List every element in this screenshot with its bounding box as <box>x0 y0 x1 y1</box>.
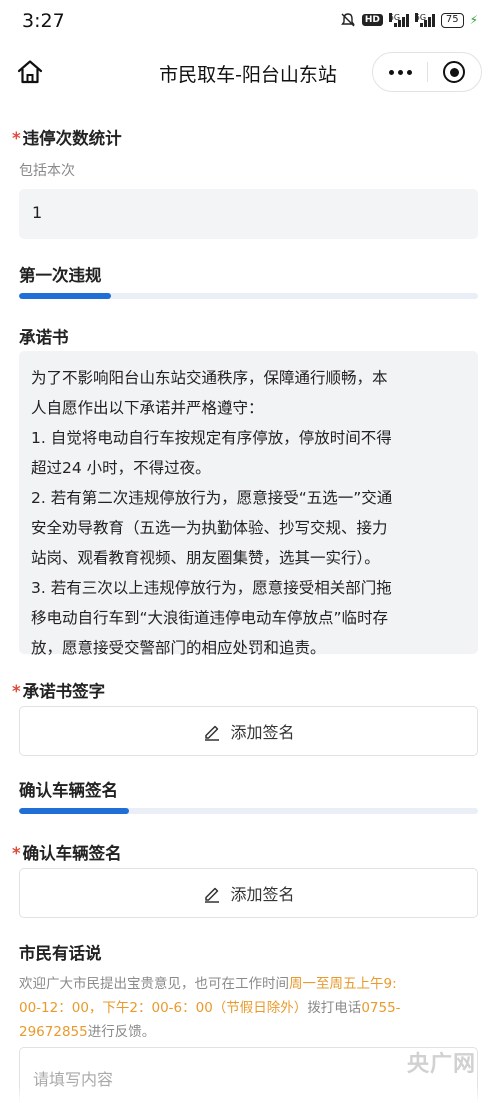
pledge-text-box: 为了不影响阳台山东站交通秩序，保障通行顺畅，本 人自愿作出以下承诺并严格遵守： … <box>19 351 478 657</box>
violation-count-label: * 违停次数统计 <box>12 125 122 149</box>
notice-line: 29672855进行反馈。 <box>19 1024 156 1040</box>
close-circle-icon[interactable] <box>428 53 481 91</box>
pen-icon <box>205 887 220 903</box>
first-violation-progress <box>19 293 478 299</box>
more-icon[interactable] <box>373 53 427 91</box>
bottom-fade <box>0 1085 496 1103</box>
pen-icon <box>205 725 220 741</box>
pledge-add-signature-button[interactable]: 添加签名 <box>19 706 478 756</box>
pledge-line: 站岗、观看教育视频、朋友圈集赞，选其一实行）。 <box>31 549 380 567</box>
pledge-line: 为了不影响阳台山东站交通秩序，保障通行顺畅，本 <box>31 369 388 387</box>
required-mark: * <box>12 129 21 148</box>
signal-icon: 5G <box>388 13 409 27</box>
battery-icon: 75 <box>440 12 464 28</box>
confirm-signature-label-text: 确认车辆签名 <box>22 844 122 863</box>
pledge-signature-label-text: 承诺书签字 <box>22 682 106 701</box>
mini-program-capsule <box>372 52 482 92</box>
confirm-vehicle-progress <box>19 808 478 814</box>
confirm-add-signature-button[interactable]: 添加签名 <box>19 868 478 918</box>
pledge-line: 安全劝导教育（五选一为执勤体验、抄写交规、接力 <box>31 519 388 537</box>
violation-count-value: 1 <box>32 203 43 222</box>
pledge-line: 人自愿作出以下承诺并严格遵守： <box>31 399 264 417</box>
violation-count-field[interactable]: 1 <box>19 189 478 239</box>
status-time: 3:27 <box>22 10 65 32</box>
add-signature-label: 添加签名 <box>230 885 295 904</box>
notice-line: 欢迎广大市民提出宝贵意见，也可在工作时间周一至周五上午9: <box>19 976 397 992</box>
status-icons: HD 5G 5G 75 ⚡ <box>340 12 478 28</box>
confirm-signature-label: * 确认车辆签名 <box>12 840 122 864</box>
pledge-line: 2. 若有第二次违规停放行为，愿意接受“五选一”交通 <box>31 489 393 507</box>
status-bar: 3:27 HD 5G 5G 75 ⚡ <box>0 0 496 44</box>
charging-icon: ⚡ <box>469 13 478 27</box>
notice-line: 00-12：00，下午2：00-6：00（节假日除外）拨打电话0755- <box>19 1000 401 1016</box>
pledge-line: 放，愿意接受交警部门的相应处罚和追责。 <box>31 639 326 657</box>
hd-badge: HD <box>361 14 383 26</box>
pledge-line: 1. 自觉将电动自行车按规定有序停放，停放时间不得 <box>31 429 392 447</box>
pledge-title: 承诺书 <box>19 328 69 347</box>
pledge-line: 3. 若有三次以上违规停放行为，愿意接受相关部门拖 <box>31 579 392 597</box>
mute-icon <box>340 13 355 27</box>
citizen-voice-title: 市民有话说 <box>19 944 102 963</box>
citizen-voice-notice: 欢迎广大市民提出宝贵意见，也可在工作时间周一至周五上午9: 00-12：00，下… <box>19 972 481 1044</box>
pledge-line: 移电动自行车到“大浪街道违停电动车停放点”临时存 <box>31 609 389 627</box>
violation-count-hint: 包括本次 <box>19 163 75 179</box>
add-signature-label: 添加签名 <box>230 723 295 742</box>
required-mark: * <box>12 844 21 863</box>
confirm-vehicle-progress-fill <box>19 808 130 814</box>
watermark: 央广网 <box>406 1052 476 1077</box>
first-violation-title: 第一次违规 <box>19 266 102 285</box>
required-mark: * <box>12 682 21 701</box>
signal-icon-2: 5G <box>414 13 435 27</box>
home-icon[interactable] <box>16 58 44 86</box>
pledge-line: 超过24 小时，不得过夜。 <box>31 459 211 477</box>
pledge-signature-label: * 承诺书签字 <box>12 678 105 702</box>
confirm-vehicle-title: 确认车辆签名 <box>19 781 118 800</box>
first-violation-progress-fill <box>19 293 111 299</box>
violation-count-label-text: 违停次数统计 <box>22 129 122 148</box>
nav-bar: 市民取车-阳台山东站 <box>0 44 496 100</box>
